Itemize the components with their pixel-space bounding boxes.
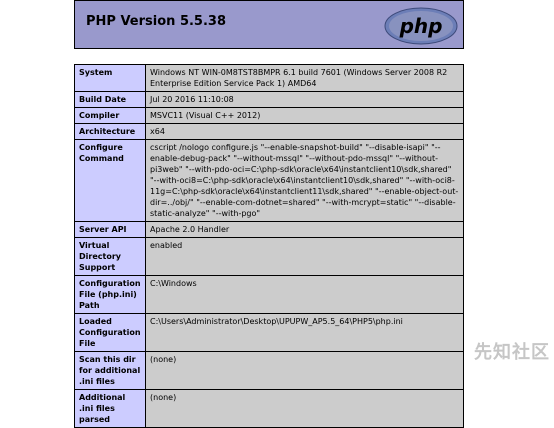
row-value: x64 bbox=[145, 123, 464, 140]
table-row: Architecture x64 bbox=[74, 123, 464, 140]
php-logo: php bbox=[384, 7, 458, 45]
row-value: C:\Windows bbox=[145, 275, 464, 314]
row-value: Windows NT WIN-0M8TST8BMPR 6.1 build 760… bbox=[145, 64, 464, 92]
table-row: System Windows NT WIN-0M8TST8BMPR 6.1 bui… bbox=[74, 64, 464, 92]
table-row: Server API Apache 2.0 Handler bbox=[74, 221, 464, 238]
phpinfo-table: System Windows NT WIN-0M8TST8BMPR 6.1 bui… bbox=[74, 64, 464, 428]
row-value: Jul 20 2016 11:10:08 bbox=[145, 91, 464, 108]
row-label: Architecture bbox=[74, 123, 146, 140]
row-label: Loaded Configuration File bbox=[74, 313, 146, 352]
row-value: (none) bbox=[145, 351, 464, 390]
watermark-text: 先知社区 bbox=[474, 342, 550, 363]
table-row: Build Date Jul 20 2016 11:10:08 bbox=[74, 91, 464, 108]
row-label: Virtual Directory Support bbox=[74, 237, 146, 276]
php-logo-text: php bbox=[399, 14, 443, 38]
table-row: Loaded Configuration File C:\Users\Admini… bbox=[74, 313, 464, 352]
table-row: Configure Command cscript /nologo configu… bbox=[74, 139, 464, 222]
row-label: Configuration File (php.ini) Path bbox=[74, 275, 146, 314]
row-label: Build Date bbox=[74, 91, 146, 108]
row-value: (none) bbox=[145, 389, 464, 428]
php-header: PHP Version 5.5.38 php bbox=[74, 0, 464, 49]
table-row: Scan this dir for additional .ini files(… bbox=[74, 351, 464, 390]
table-row: Compiler MSVC11 (Visual C++ 2012) bbox=[74, 107, 464, 124]
row-value: C:\Users\Administrator\Desktop\UPUPW_AP5… bbox=[145, 313, 464, 352]
page-title: PHP Version 5.5.38 bbox=[86, 14, 227, 29]
table-row: Virtual Directory Support enabled bbox=[74, 237, 464, 276]
watermark-logo: 先知社区 bbox=[474, 338, 550, 364]
row-value: Apache 2.0 Handler bbox=[145, 221, 464, 238]
row-label: Configure Command bbox=[74, 139, 146, 222]
table-row: Configuration File (php.ini) Path C:\Wind… bbox=[74, 275, 464, 314]
table-row: Additional .ini files parsed (none) bbox=[74, 389, 464, 428]
row-value: cscript /nologo configure.js "--enable-s… bbox=[145, 139, 464, 222]
row-label: Server API bbox=[74, 221, 146, 238]
row-label: Additional .ini files parsed bbox=[74, 389, 146, 428]
row-label: Compiler bbox=[74, 107, 146, 124]
row-value: MSVC11 (Visual C++ 2012) bbox=[145, 107, 464, 124]
row-label: System bbox=[74, 64, 146, 92]
row-value: enabled bbox=[145, 237, 464, 276]
row-label: Scan this dir for additional .ini files bbox=[74, 351, 146, 390]
